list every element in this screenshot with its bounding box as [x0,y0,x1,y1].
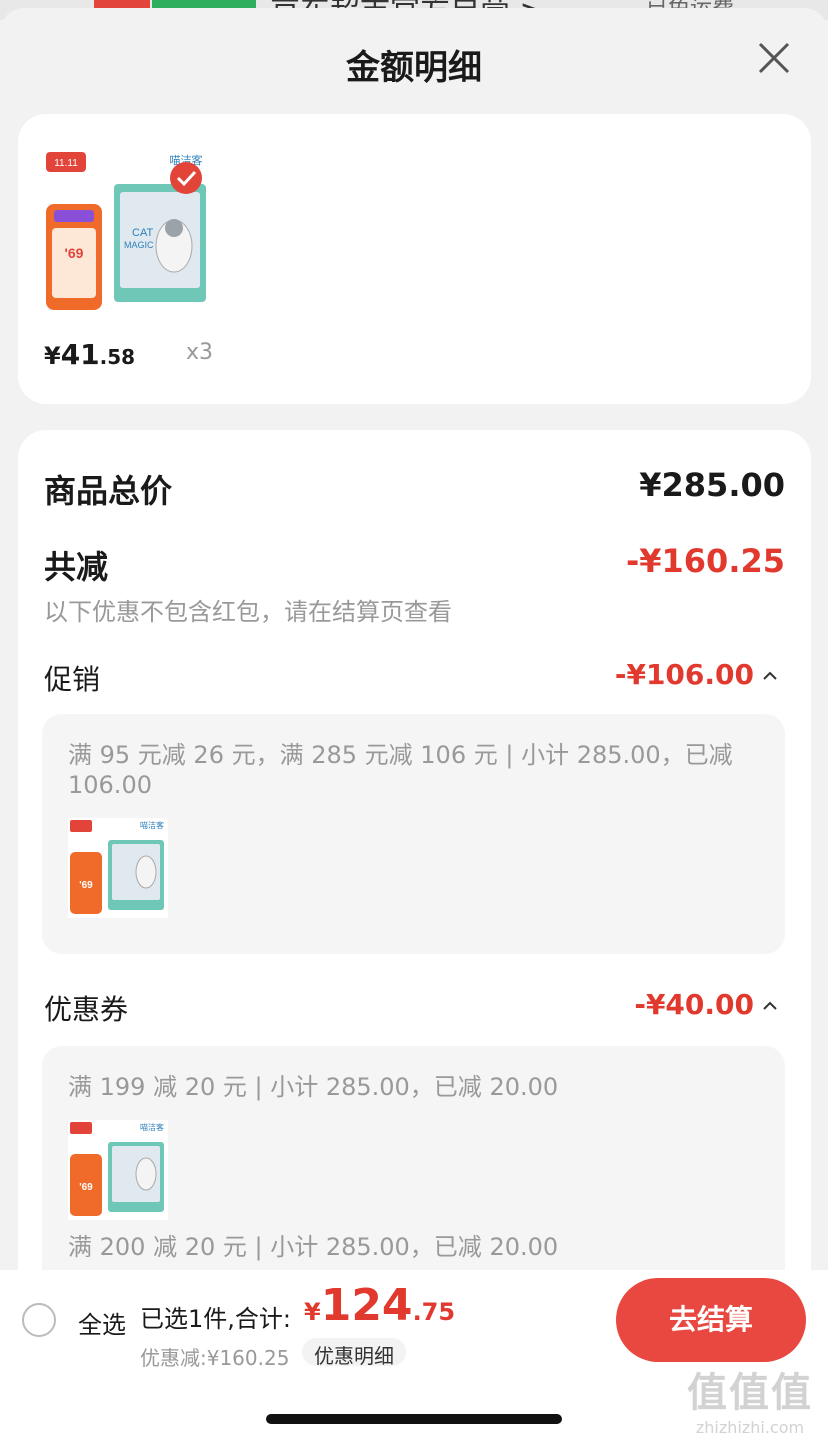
svg-text:11.11: 11.11 [54,158,78,169]
close-button[interactable] [752,36,796,80]
selected-total-label: 已选1件,合计: [140,1305,291,1333]
total-price-label: 商品总价 [44,472,173,510]
svg-text:MAGIC: MAGIC [124,240,154,250]
svg-text:'69: '69 [79,880,93,891]
coupon-value[interactable]: -¥40.00 [560,988,754,1021]
home-indicator[interactable] [266,1414,562,1424]
cat-litter-product-image[interactable]: 11.11 '69 CAT MAGIC 喵洁客 [44,150,214,310]
svg-text:CAT: CAT [132,227,153,239]
promotion-label: 促销 [44,663,101,696]
svg-text:喵洁客: 喵洁客 [140,1122,164,1132]
svg-text:'69: '69 [79,1182,93,1193]
discount-note: 优惠减:¥160.25 [140,1346,290,1370]
checkout-button[interactable]: 去结算 [616,1278,806,1362]
coupon-detail-text-1: 满 199 减 20 元 | 小计 285.00，已减 20.00 [68,1073,559,1101]
total-price-value: ¥285.00 [639,466,785,504]
unit-price: ¥41.58 [44,338,136,371]
promotion-product-thumbnail: '69 喵洁客 [68,818,168,918]
coupon-label: 优惠券 [44,993,129,1026]
promotion-value[interactable]: -¥106.00 [560,658,754,691]
select-all-radio[interactable] [22,1303,56,1337]
coupon-detail-text-2: 满 200 减 20 元 | 小计 285.00，已减 20.00 [68,1233,559,1261]
total-reduction-value: -¥160.25 [625,542,785,580]
coupon-product-thumbnail: '69 喵洁客 [68,1120,168,1220]
chevron-up-icon[interactable] [762,1000,778,1012]
watermark: 值值值 zhizhizhi.com [687,1370,813,1437]
sheet-title: 金额明细 [346,48,482,88]
discount-detail-button[interactable]: 优惠明细 [302,1338,406,1368]
promotion-detail-text: 满 95 元减 26 元，满 285 元减 106 元 | 小计 285.00，… [68,741,733,799]
total-amount: ¥124.75 [304,1280,456,1331]
quantity-label: x3 [186,340,214,365]
svg-text:'69: '69 [65,245,84,261]
reduction-note: 以下优惠不包含红包，请在结算页查看 [44,598,452,626]
svg-text:喵洁客: 喵洁客 [140,820,164,830]
total-reduction-label: 共减 [44,548,109,586]
select-all-label[interactable]: 全选 [78,1305,126,1340]
close-icon [758,42,790,74]
chevron-up-icon[interactable] [762,670,778,682]
